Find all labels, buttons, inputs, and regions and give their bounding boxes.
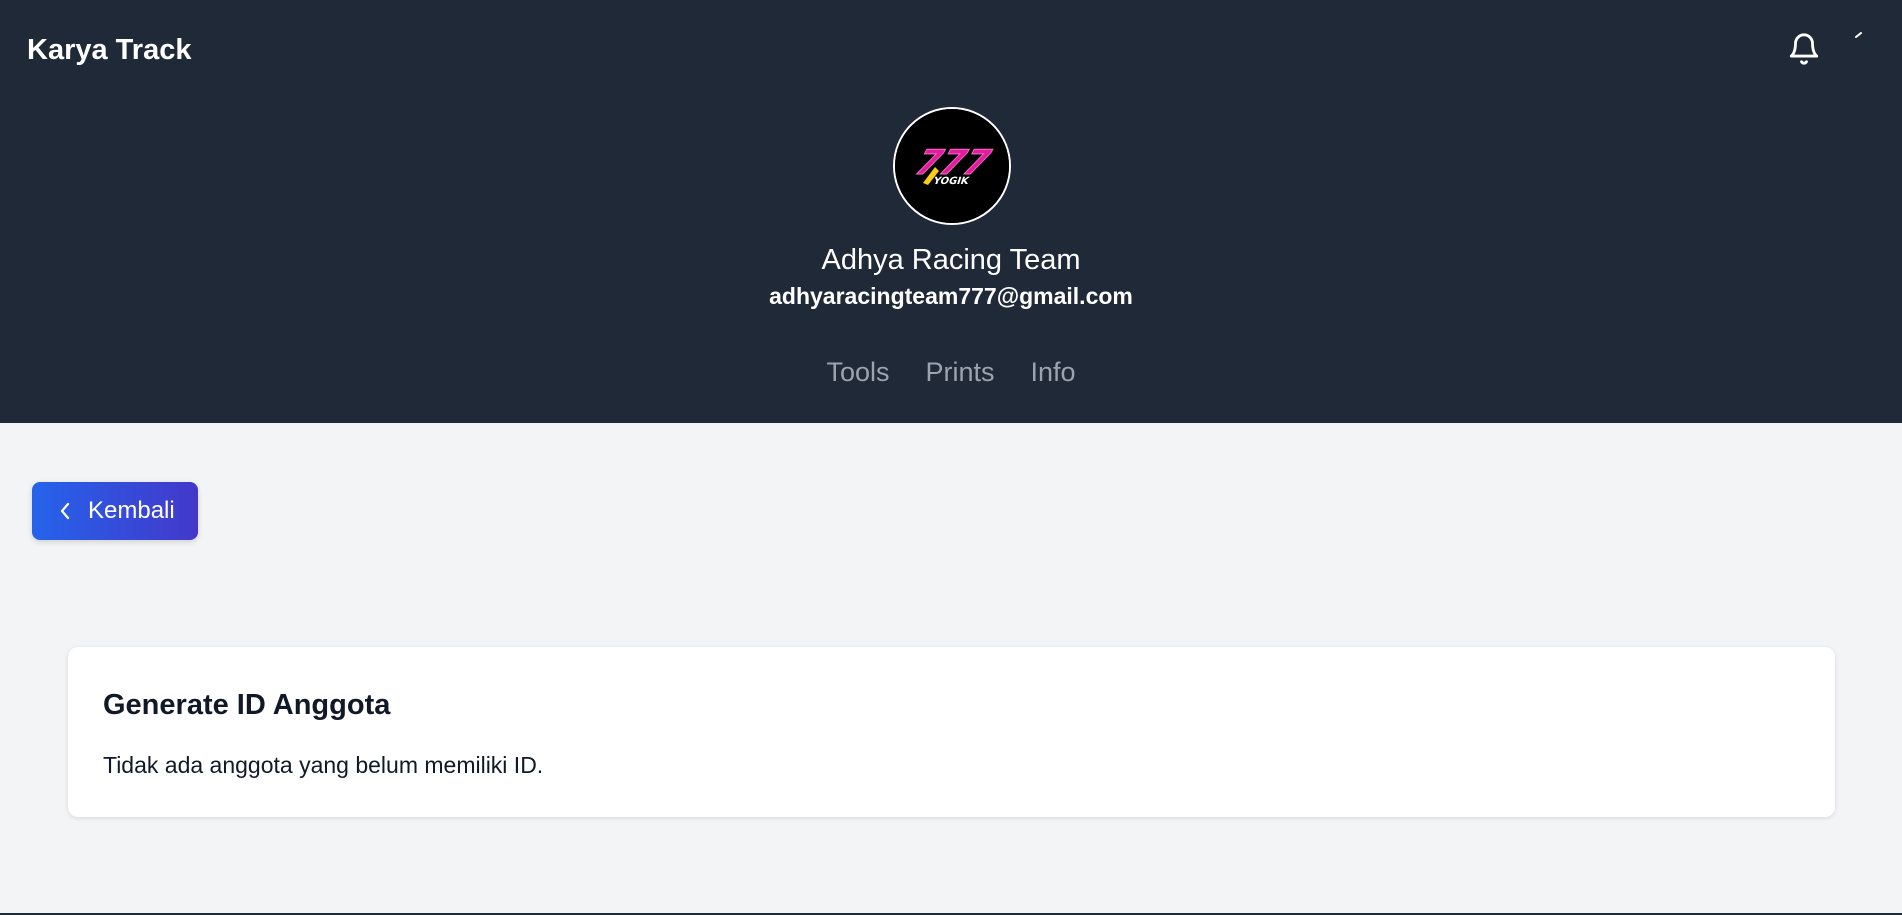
team-avatar: 777 YOGIK [893,107,1011,225]
team-name: Adhya Racing Team [821,244,1081,276]
team-logo-icon: 777 YOGIK [895,109,1009,223]
tab-prints[interactable]: Prints [925,354,994,390]
user-menu-icon[interactable] [1855,32,1863,38]
tab-tools[interactable]: Tools [826,354,889,390]
card-title: Generate ID Anggota [103,689,391,721]
logo-subtext: YOGIK [931,175,972,187]
empty-state-message: Tidak ada anggota yang belum memiliki ID… [103,752,544,778]
tab-info[interactable]: Info [1031,354,1076,390]
app-title[interactable]: Karya Track [27,32,191,68]
back-button[interactable]: Kembali [32,482,198,540]
bell-icon[interactable] [1787,30,1821,68]
team-email: adhyaracingteam777@gmail.com [769,283,1133,309]
profile-tabs: Tools Prints Info [0,354,1902,390]
chevron-left-icon [60,502,70,520]
top-header: Karya Track 777 YOGIK Adhya Racing Team … [0,0,1902,423]
generate-id-card: Generate ID Anggota Tidak ada anggota ya… [68,647,1835,817]
back-button-label: Kembali [88,497,175,524]
